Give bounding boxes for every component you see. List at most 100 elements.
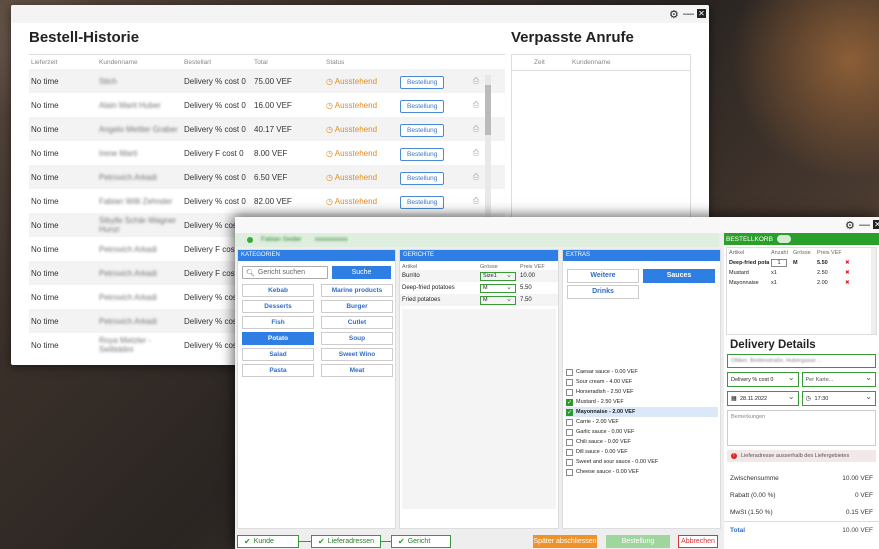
notes-field[interactable]: Bemerkungen	[727, 410, 876, 446]
extra-item[interactable]: ✓ Mustard - 2.50 VEF	[566, 397, 718, 407]
category-pasta[interactable]: Pasta	[242, 364, 314, 377]
step-gericht[interactable]: ✔ Gericht	[391, 535, 451, 548]
extra-item[interactable]: Carrie - 2.00 VEF	[566, 417, 718, 427]
size-select[interactable]: M	[480, 283, 516, 293]
category-marine-products[interactable]: Marine products	[321, 284, 393, 297]
remove-icon[interactable]: ✖	[845, 270, 853, 276]
delivery-type-select[interactable]: Delivery % cost 0	[727, 372, 799, 387]
checkbox[interactable]	[566, 458, 573, 466]
tab-sauces[interactable]: Sauces	[643, 269, 715, 283]
search-input[interactable]: 🔍︎ Gericht suchen	[242, 266, 328, 279]
print-icon[interactable]: ⎙	[466, 148, 486, 158]
extra-item[interactable]: Horseradish - 2.50 VEF	[566, 387, 718, 397]
search-placeholder: Gericht suchen	[257, 269, 305, 276]
gear-icon[interactable]: ⚙	[845, 219, 855, 232]
finish-later-button[interactable]: Später abschliessen	[533, 535, 597, 548]
minimize-button[interactable]: —	[683, 8, 694, 20]
print-icon[interactable]: ⎙	[466, 124, 486, 134]
search-button[interactable]: Suche	[332, 266, 391, 279]
basket-toggle[interactable]	[776, 235, 791, 243]
table-row[interactable]: No time Irene Marti Delivery F cost 0 8.00 …	[29, 141, 505, 165]
check-icon: ✔	[244, 537, 251, 546]
size-select[interactable]: M	[480, 295, 516, 305]
extra-item[interactable]: Garlic sauce - 0.00 VEF	[566, 427, 718, 437]
remove-icon[interactable]: ✖	[845, 280, 853, 286]
checkbox[interactable]	[566, 418, 573, 426]
date-select[interactable]: ▦ 28.11.2022	[727, 391, 799, 406]
order-details-button[interactable]: Bestellung	[400, 99, 445, 113]
checkbox[interactable]	[566, 428, 573, 436]
category-desserts[interactable]: Desserts	[242, 300, 314, 313]
basket-row[interactable]: Mayonnaise x1 2.00 ✖	[727, 278, 876, 288]
payment-select[interactable]: Per Karte...	[801, 372, 876, 387]
tab-weitere[interactable]: Weitere	[567, 269, 639, 283]
extra-item[interactable]: Dill sauce - 0.00 VEF	[566, 447, 718, 457]
gear-icon[interactable]: ⚙	[669, 8, 679, 21]
extra-item[interactable]: Sweet and sour sauce - 0.00 VEF	[566, 457, 718, 467]
print-icon[interactable]: ⎙	[466, 196, 486, 206]
cancel-button[interactable]: Abbrechen	[678, 535, 718, 548]
order-button[interactable]: Bestellung	[606, 535, 670, 548]
print-icon[interactable]: ⎙	[466, 172, 486, 182]
order-total: 16.00 VEF	[254, 100, 292, 110]
basket-scrollbar[interactable]	[871, 248, 876, 334]
table-row[interactable]: No time Angelo Mettler Graber Delivery % c…	[29, 117, 505, 141]
step-lieferadressen[interactable]: ✔ Lieferadressen	[311, 535, 381, 548]
history-scrollbar[interactable]	[485, 75, 491, 225]
order-details-button[interactable]: Bestellung	[400, 195, 445, 209]
order-details-button[interactable]: Bestellung	[400, 147, 445, 161]
category-kebab[interactable]: Kebab	[242, 284, 314, 297]
minimize-button[interactable]: —	[859, 219, 870, 231]
subtotal-label: Zwischensumme	[730, 475, 779, 482]
category-soup[interactable]: Soup	[321, 332, 393, 345]
remove-icon[interactable]: ✖	[845, 260, 853, 266]
checkbox[interactable]	[566, 468, 573, 476]
checkbox[interactable]	[566, 378, 573, 386]
extra-item[interactable]: Caesar sauce - 0.00 VEF	[566, 367, 718, 377]
category-potato[interactable]: Potato	[242, 332, 314, 345]
checkbox[interactable]	[566, 388, 573, 396]
clock-icon: ◷	[326, 76, 335, 86]
dish-row[interactable]: Deep-fried potatoes M 5.50	[400, 282, 558, 294]
print-icon[interactable]: ⎙	[466, 100, 486, 110]
address-input[interactable]: Ottiker, Breitenstraße, Hubergasse ...	[727, 354, 876, 368]
tab-drinks[interactable]: Drinks	[567, 285, 639, 299]
checkbox[interactable]	[566, 368, 573, 376]
col-header: Zeit	[534, 59, 545, 66]
category-salad[interactable]: Salad	[242, 348, 314, 361]
table-row[interactable]: No time Alain Marit Huber Delivery % cost …	[29, 93, 505, 117]
print-icon[interactable]: ⎙	[466, 76, 486, 86]
checkbox[interactable]	[566, 448, 573, 456]
checkbox[interactable]: ✓	[566, 398, 573, 406]
order-details-button[interactable]: Bestellung	[400, 75, 445, 89]
category-burger[interactable]: Burger	[321, 300, 393, 313]
basket-row[interactable]: Mustard x1 2.50 ✖	[727, 268, 876, 278]
category-sweet-wino[interactable]: Sweet Wino	[321, 348, 393, 361]
table-row[interactable]: No time Petrovich Arkadi Delivery % cost 0…	[29, 165, 505, 189]
category-fish[interactable]: Fish	[242, 316, 314, 329]
dish-row[interactable]: Burrito Size1 10.00	[400, 270, 558, 282]
dish-row[interactable]: Fried potatoes M 7.50	[400, 294, 558, 306]
col-header: Total	[254, 58, 268, 66]
category-meat[interactable]: Meat	[321, 364, 393, 377]
category-cutlet[interactable]: Cutlet	[321, 316, 393, 329]
checkbox[interactable]	[566, 438, 573, 446]
close-button[interactable]: ✕	[697, 9, 706, 18]
checkbox[interactable]: ✓	[566, 408, 573, 416]
order-details-button[interactable]: Bestellung	[400, 123, 445, 137]
close-button[interactable]: ✕	[873, 220, 879, 229]
table-row[interactable]: No time Fabian Willi Zehnder Delivery % co…	[29, 189, 505, 213]
extra-item[interactable]: Chili sauce - 0.00 VEF	[566, 437, 718, 447]
extra-item[interactable]: Sour cream - 4.00 VEF	[566, 377, 718, 387]
item-qty: 1	[771, 259, 787, 267]
basket-row[interactable]: Deep-fried pota 1 M 5.50 ✖	[727, 258, 876, 268]
order-details-button[interactable]: Bestellung	[400, 171, 445, 185]
extra-item[interactable]: ✓ Mayonnaise - 2.00 VEF	[566, 407, 718, 417]
extra-item[interactable]: Cheese sauce - 0.00 VEF	[566, 467, 718, 477]
time-select[interactable]: ◷ 17:30	[801, 391, 876, 406]
size-select[interactable]: Size1	[480, 271, 516, 281]
total-label: Total	[730, 526, 746, 534]
table-row[interactable]: No time Stich Delivery % cost 0 75.00 VEF ◷ …	[29, 69, 505, 93]
col-header: Artikel	[729, 250, 745, 256]
step-kunde[interactable]: ✔ Kunde	[237, 535, 299, 548]
